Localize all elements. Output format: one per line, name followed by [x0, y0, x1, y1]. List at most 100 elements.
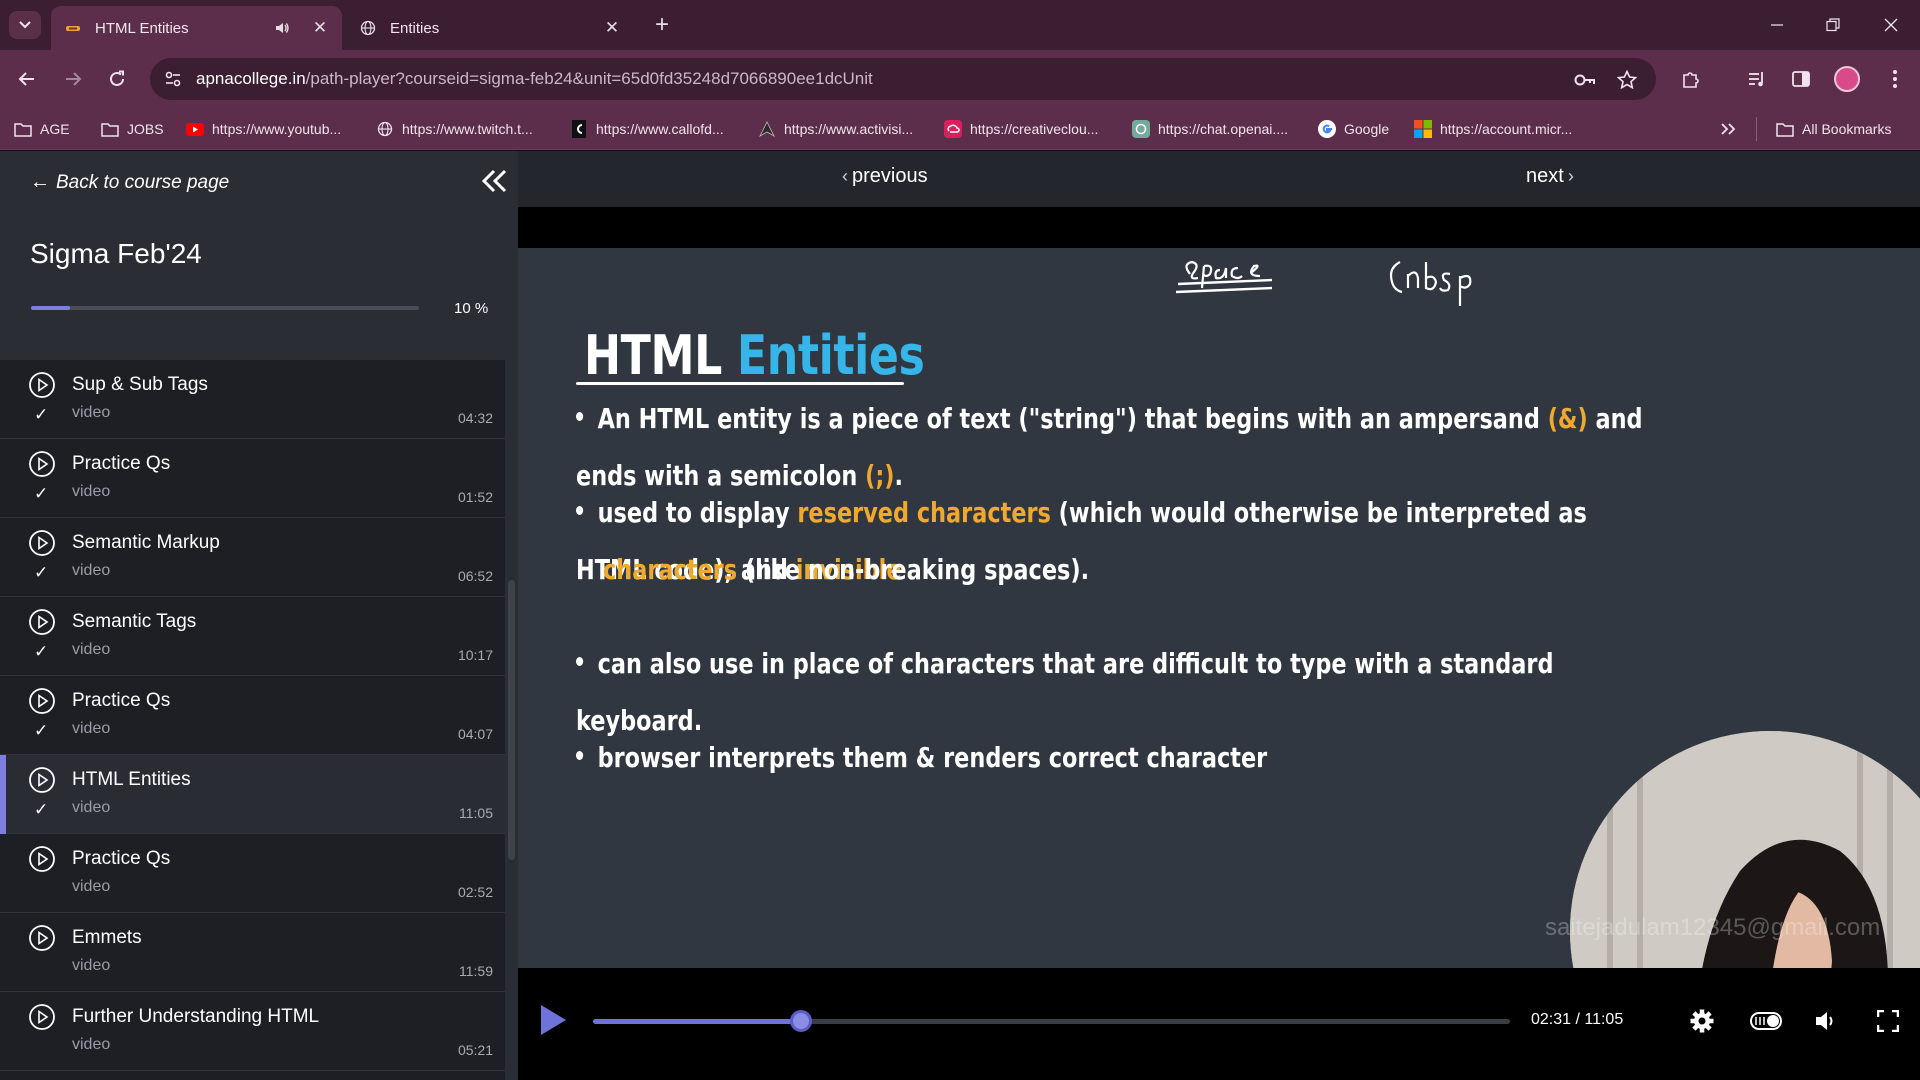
lesson-type: video [72, 799, 111, 816]
bookmark-callofduty[interactable]: https://www.callofd... [570, 118, 724, 140]
youtube-icon [186, 120, 204, 138]
profile-avatar[interactable] [1834, 66, 1860, 92]
minimize-button[interactable] [1760, 10, 1794, 40]
lesson-item[interactable]: ✓ Semantic Tags video 10:17 [0, 597, 505, 676]
arrow-left-icon [18, 72, 34, 86]
course-progress-label: 10 % [454, 300, 489, 317]
fullscreen-icon [1877, 1010, 1899, 1032]
more-bookmarks-button[interactable] [1720, 118, 1736, 140]
lesson-list-scrollbar[interactable] [505, 360, 518, 1080]
bookmarks-bar: AGE JOBS https://www.youtub... https://w… [0, 108, 1920, 150]
bookmark-jobs[interactable]: JOBS [101, 118, 164, 140]
globe-icon [360, 20, 376, 36]
back-button[interactable] [12, 64, 42, 94]
tab-title: Entities [390, 19, 440, 37]
seek-bar-handle[interactable] [790, 1010, 813, 1032]
close-window-button[interactable] [1874, 10, 1908, 40]
close-tab-icon[interactable]: ✕ [308, 16, 332, 40]
video-frame[interactable]: HTML Entities An HTML entity is a piece … [518, 248, 1920, 968]
bookmark-openai[interactable]: https://chat.openai.... [1132, 118, 1288, 140]
extensions-button[interactable] [1676, 64, 1706, 94]
url-host: apnacollege.in [196, 69, 306, 88]
lesson-type: video [72, 878, 111, 895]
lesson-item[interactable]: ✓ Semantic Markup video 06:52 [0, 518, 505, 597]
restore-button[interactable] [1816, 10, 1850, 40]
lesson-item[interactable]: Practice Qs video 02:52 [0, 834, 505, 913]
collapse-sidebar-button[interactable] [476, 163, 512, 199]
forward-button[interactable] [58, 64, 88, 94]
lesson-item[interactable]: ✓ Practice Qs video 01:52 [0, 439, 505, 518]
media-controls-button[interactable] [1742, 64, 1772, 94]
handwritten-nbsp-annotation [1389, 261, 1472, 306]
bookmark-label: JOBS [127, 121, 164, 137]
lesson-type: video [72, 562, 111, 579]
back-to-course-link[interactable]: ← Back to course page [30, 171, 229, 194]
fullscreen-button[interactable] [1874, 1007, 1902, 1035]
bookmark-label: https://www.youtub... [212, 121, 342, 137]
bookmark-label: Google [1344, 121, 1390, 137]
url-path: /path-player?courseid=sigma-feb24&unit=6… [305, 69, 873, 88]
settings-button[interactable] [1688, 1007, 1716, 1035]
lesson-duration: 04:07 [457, 726, 493, 742]
browser-menu-button[interactable] [1880, 64, 1910, 94]
lesson-duration: 11:05 [459, 805, 493, 821]
lesson-item[interactable]: Emmets video 11:59 [0, 913, 505, 992]
new-tab-button[interactable]: + [648, 11, 676, 39]
lesson-type: video [72, 483, 111, 500]
site-settings-icon[interactable] [164, 70, 182, 88]
openai-icon [1132, 120, 1150, 138]
bookmark-age[interactable]: AGE [14, 118, 70, 140]
play-button[interactable] [538, 1003, 568, 1037]
lesson-list: ✓ Sup & Sub Tags video 04:32 ✓ Practice Qs vid… [0, 360, 505, 1080]
lesson-type: video [72, 641, 111, 658]
volume-icon [1816, 1012, 1833, 1030]
side-panel-button[interactable] [1786, 64, 1816, 94]
lesson-item[interactable]: ✓ Sup & Sub Tags video 04:32 [0, 360, 505, 439]
address-bar[interactable]: apnacollege.in/path-player?courseid=sigm… [150, 58, 1656, 100]
checkmark-icon: ✓ [34, 642, 49, 661]
bookmark-label: https://chat.openai.... [1158, 121, 1288, 137]
tab-html-entities[interactable]: HTML Entities ✕ [51, 6, 342, 50]
time-display: 02:31 / 11:05 [1531, 1011, 1624, 1028]
bookmark-star-icon[interactable] [1616, 69, 1638, 91]
lesson-title: Practice Qs [72, 848, 171, 869]
bookmark-label: https://www.activisi... [784, 121, 914, 137]
bookmark-microsoft[interactable]: https://account.micr... [1414, 118, 1572, 140]
close-tab-icon[interactable]: ✕ [600, 16, 624, 40]
bookmark-twitch[interactable]: https://www.twitch.t... [376, 118, 533, 140]
password-key-icon[interactable] [1574, 69, 1596, 91]
bookmark-activision[interactable]: https://www.activisi... [758, 118, 913, 140]
activision-icon [758, 120, 776, 138]
browser-tab-bar: HTML Entities ✕ Entities ✕ + [0, 0, 1920, 50]
play-circle-icon [29, 1004, 55, 1030]
checkmark-icon: ✓ [34, 563, 49, 582]
lesson-title: Sup & Sub Tags [72, 374, 208, 395]
lesson-item[interactable]: ✓ Practice Qs video 04:07 [0, 676, 505, 755]
bookmark-creativecloud[interactable]: https://creativeclou... [944, 118, 1098, 140]
tab-entities[interactable]: Entities ✕ [346, 6, 634, 50]
volume-button[interactable] [1812, 1007, 1840, 1035]
next-lesson-button[interactable]: next › [1526, 165, 1578, 188]
scrollbar-thumb[interactable] [508, 580, 515, 860]
bookmark-google[interactable]: Google [1318, 118, 1389, 140]
lesson-item[interactable]: Further Understanding HTML video 05:21 [0, 992, 505, 1071]
play-circle-icon [29, 530, 55, 556]
lesson-duration: 11:59 [459, 963, 493, 979]
all-bookmarks-button[interactable]: All Bookmarks [1776, 118, 1891, 140]
microsoft-icon [1414, 120, 1432, 138]
lesson-title: Further Understanding HTML [72, 1006, 320, 1027]
bookmark-youtube[interactable]: https://www.youtub... [186, 118, 341, 140]
reload-button[interactable] [102, 64, 132, 94]
chevron-double-right-icon [1721, 123, 1736, 135]
tab-search-button[interactable] [9, 11, 41, 39]
folder-icon [14, 120, 32, 138]
lesson-item[interactable]: ✓ HTML Entities video 11:05 [0, 755, 505, 834]
previous-lesson-button[interactable]: ‹ previous [838, 165, 928, 188]
close-icon [1884, 18, 1898, 32]
speaker-icon[interactable] [274, 20, 290, 36]
seek-bar[interactable] [593, 1010, 1510, 1032]
speed-toggle-button[interactable] [1750, 1007, 1784, 1035]
url-text[interactable]: apnacollege.in/path-player?courseid=sigm… [196, 69, 873, 89]
toggle-icon [1750, 1012, 1782, 1030]
course-progress-fill [31, 306, 70, 310]
